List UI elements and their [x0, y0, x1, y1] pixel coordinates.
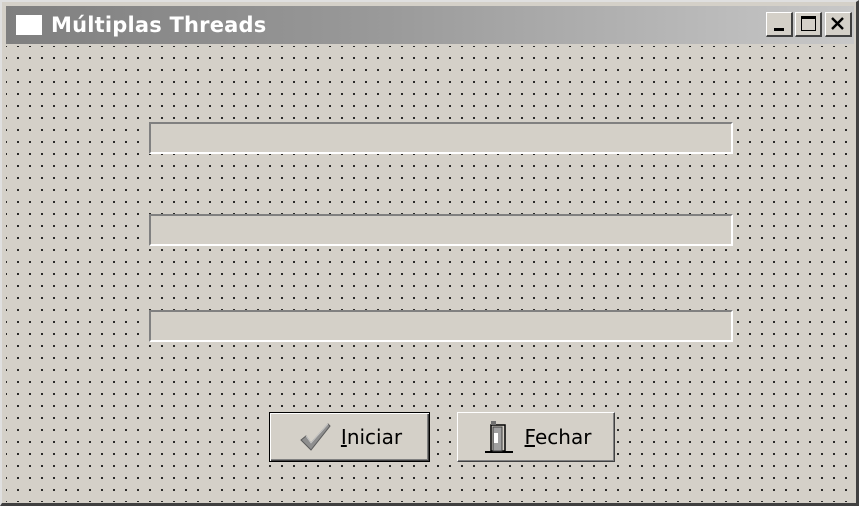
minimize-button[interactable]: [766, 12, 793, 37]
iniciar-label-rest: niciar: [346, 425, 403, 449]
maximize-icon: [801, 16, 816, 31]
maximize-button[interactable]: [795, 12, 822, 37]
progress-bar-1: [149, 122, 733, 154]
minimize-icon: [774, 28, 784, 31]
close-button[interactable]: [825, 12, 852, 37]
door-exit-icon: [484, 421, 513, 453]
iniciar-label: Iniciar: [341, 425, 402, 449]
window-title: Múltiplas Threads: [51, 13, 267, 37]
progress-bar-3: [149, 310, 733, 342]
window-app-icon: [16, 15, 42, 35]
fechar-mnemonic: F: [524, 425, 535, 449]
application-window: Múltiplas Threads Iniciar Fechar: [0, 0, 859, 506]
title-bar[interactable]: Múltiplas Threads: [6, 6, 854, 44]
form-client-area: Iniciar Fechar: [6, 46, 856, 502]
checkmark-icon: [300, 423, 331, 451]
iniciar-button[interactable]: Iniciar: [269, 412, 430, 462]
fechar-label-rest: echar: [534, 425, 592, 449]
fechar-button[interactable]: Fechar: [457, 412, 615, 462]
fechar-label: Fechar: [525, 425, 592, 449]
progress-bar-2: [149, 214, 733, 246]
close-icon: [831, 17, 844, 30]
